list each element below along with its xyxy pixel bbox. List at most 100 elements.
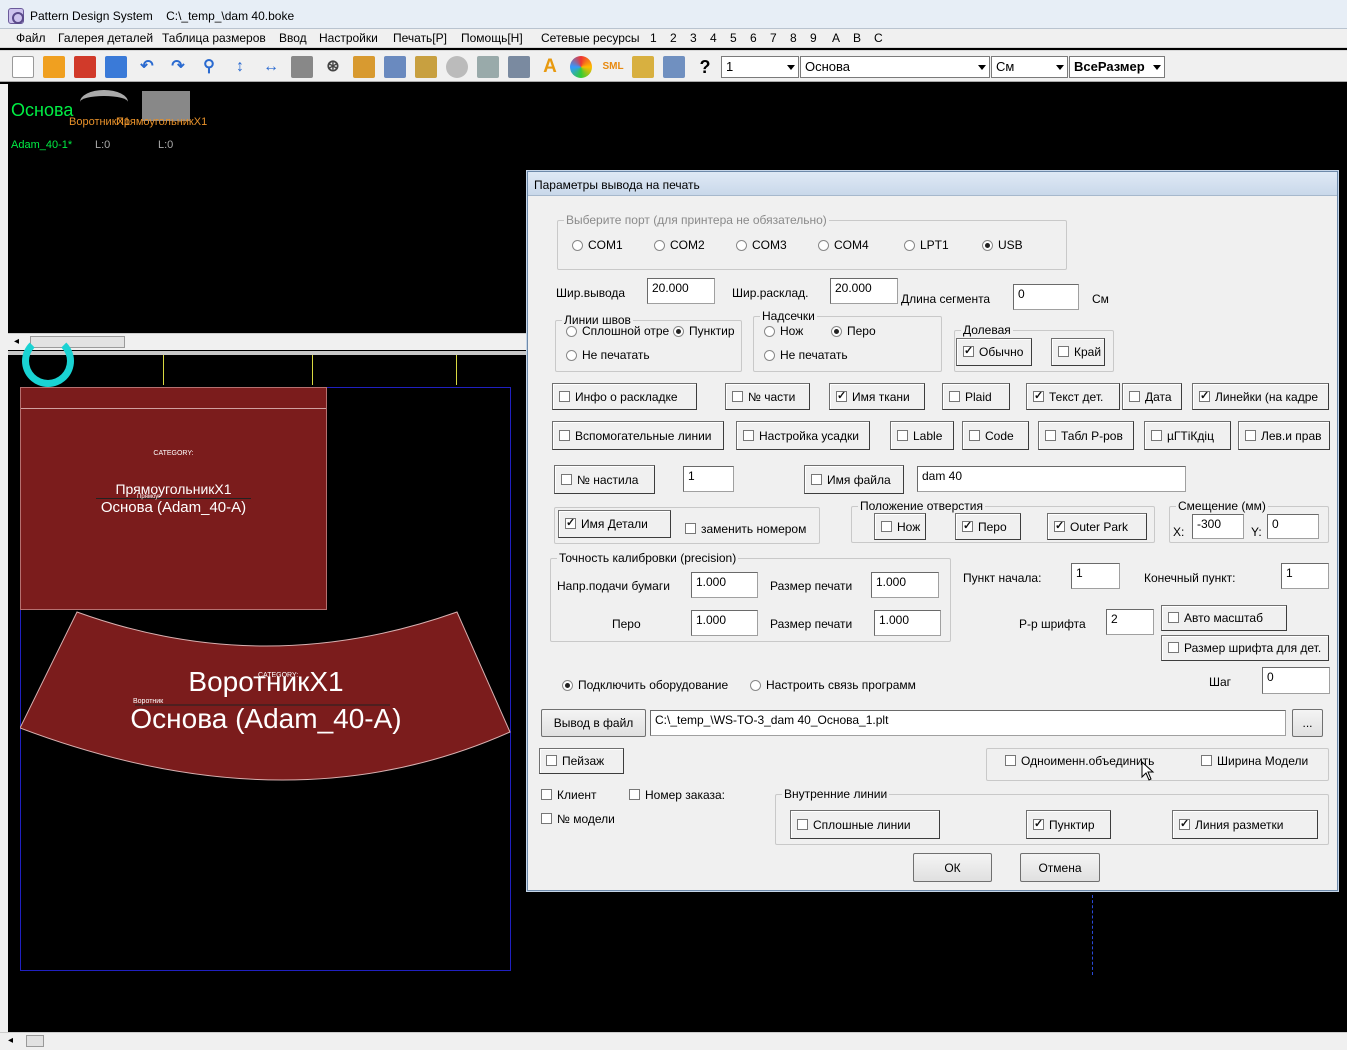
menu-gallery[interactable]: Галерея деталей — [58, 31, 153, 45]
spread-no-box[interactable]: № настила — [554, 465, 655, 494]
print-size-input[interactable]: 1.000 — [871, 572, 939, 598]
paper-feed-input[interactable]: 1.000 — [691, 572, 758, 598]
port-lpt1-radio[interactable]: LPT1 — [904, 237, 949, 253]
layout-info-checkbox[interactable]: Инфо о раскладке — [559, 389, 678, 405]
add-piece-icon[interactable] — [105, 56, 127, 78]
grain-normal-checkbox[interactable]: Обычно — [963, 343, 1023, 360]
font-size-input[interactable]: 2 — [1106, 609, 1154, 635]
config-programs-radio[interactable]: Настроить связь программ — [750, 677, 916, 693]
redo-icon[interactable]: ↷ — [167, 56, 189, 78]
menu-c[interactable]: C — [874, 31, 883, 45]
menu-4[interactable]: 4 — [710, 31, 717, 45]
import-icon[interactable] — [384, 56, 406, 78]
client-checkbox[interactable]: Клиент — [541, 787, 597, 803]
model-no-checkbox[interactable]: № модели — [541, 811, 615, 827]
menu-print[interactable]: Печать[P] — [393, 31, 447, 45]
cd-icon[interactable] — [446, 56, 468, 78]
font-piece-checkbox[interactable]: Размер шрифта для дет. — [1168, 640, 1321, 656]
size-combo[interactable]: 1 — [721, 56, 799, 78]
notch-none-radio[interactable]: Не печатать — [764, 347, 848, 363]
bottom-horizontal-scrollbar[interactable]: ◂ — [0, 1032, 1347, 1050]
menu-file[interactable]: Файл — [16, 31, 46, 45]
menu-8[interactable]: 8 — [790, 31, 797, 45]
top-horizontal-scrollbar[interactable]: ◂ — [8, 333, 527, 350]
notch-knife-radio[interactable]: Нож — [764, 323, 803, 339]
piece-name-checkbox[interactable]: Имя Детали — [565, 515, 648, 532]
layout-icon[interactable] — [353, 56, 375, 78]
segment-length-input[interactable]: 0 — [1013, 284, 1079, 310]
target-icon[interactable]: ⊛ — [322, 56, 344, 78]
rectangle-piece[interactable]: CATEGORY: ПрямоугольникX1 Основа (Adam_4… — [20, 387, 327, 610]
stack-icon[interactable] — [632, 56, 654, 78]
hole-pen-box[interactable]: Перо — [955, 513, 1021, 540]
inner-dotted-checkbox[interactable]: Пунктир — [1033, 816, 1095, 833]
menu-a[interactable]: A — [832, 31, 840, 45]
end-point-input[interactable]: 1 — [1281, 563, 1329, 589]
part-no-box[interactable]: № части — [725, 383, 810, 410]
grain-normal-box[interactable]: Обычно — [956, 338, 1032, 366]
menu-5[interactable]: 5 — [730, 31, 737, 45]
new-file-icon[interactable] — [12, 56, 34, 78]
offset-x-input[interactable]: -300 — [1192, 514, 1244, 539]
help-icon[interactable]: ? — [694, 56, 716, 78]
garbled-checkbox[interactable]: µГТiКдiц — [1151, 428, 1214, 444]
cancel-button[interactable]: Отмена — [1020, 853, 1100, 882]
all-sizes-combo[interactable]: ВсеРазмер — [1069, 56, 1165, 78]
marking-line-checkbox[interactable]: Линия разметки — [1179, 816, 1283, 833]
part-no-checkbox[interactable]: № части — [732, 389, 795, 405]
grain-edge-checkbox[interactable]: Край — [1058, 344, 1101, 360]
scroll-left-arrow-icon[interactable]: ◂ — [8, 1035, 13, 1046]
port-com4-radio[interactable]: COM4 — [818, 237, 869, 253]
hole-knife-box[interactable]: Нож — [874, 513, 926, 540]
menu-network[interactable]: Сетевые ресурсы — [541, 31, 640, 45]
aux-lines-checkbox[interactable]: Вспомогательные линии — [559, 428, 712, 444]
left-right-checkbox[interactable]: Лев.и прав — [1245, 428, 1322, 444]
open-folder-icon[interactable] — [43, 56, 65, 78]
connect-equipment-radio[interactable]: Подключить оборудование — [562, 677, 728, 693]
figure-icon[interactable] — [663, 56, 685, 78]
replace-number-checkbox[interactable]: заменить номером — [685, 521, 806, 537]
horizontal-arrow-icon[interactable]: ↔ — [260, 56, 282, 78]
rulers-checkbox[interactable]: Линейки (на кадре — [1199, 388, 1318, 405]
size-table-box[interactable]: Табл Р-ров — [1038, 421, 1134, 450]
hole-outer-box[interactable]: Outer Park — [1047, 513, 1147, 540]
label-checkbox[interactable]: Lable — [897, 428, 942, 444]
menu-1[interactable]: 1 — [650, 31, 657, 45]
port-com2-radio[interactable]: COM2 — [654, 237, 705, 253]
menu-2[interactable]: 2 — [670, 31, 677, 45]
output-file-input[interactable]: C:\_temp_\WS-TO-3_dam 40_Основа_1.plt — [650, 710, 1286, 736]
browse-button[interactable]: ... — [1292, 709, 1323, 737]
menu-settings[interactable]: Настройки — [319, 31, 378, 45]
spread-no-checkbox[interactable]: № настила — [561, 472, 638, 488]
date-box[interactable]: Дата — [1122, 383, 1182, 410]
fabric-name-box[interactable]: Имя ткани — [829, 383, 925, 410]
plaid-box[interactable]: Plaid — [942, 383, 1010, 410]
menu-7[interactable]: 7 — [770, 31, 777, 45]
plaid-checkbox[interactable]: Plaid — [949, 389, 992, 405]
port-com3-radio[interactable]: COM3 — [736, 237, 787, 253]
unit-combo[interactable]: См — [991, 56, 1068, 78]
eraser-icon[interactable] — [291, 56, 313, 78]
tools-icon[interactable] — [508, 56, 530, 78]
filename-box[interactable]: Имя файла — [804, 465, 904, 494]
auto-scale-checkbox[interactable]: Авто масштаб — [1168, 610, 1263, 626]
undo-icon[interactable]: ↶ — [136, 56, 158, 78]
scroll-thumb[interactable] — [26, 1035, 44, 1047]
print-size2-input[interactable]: 1.000 — [874, 610, 941, 636]
image-icon[interactable] — [415, 56, 437, 78]
menu-size-table[interactable]: Таблица размеров — [162, 31, 266, 45]
base-combo[interactable]: Основа — [800, 56, 990, 78]
piece-text-checkbox[interactable]: Текст дет. — [1033, 388, 1103, 405]
label-box[interactable]: Lable — [890, 421, 954, 450]
menu-input[interactable]: Ввод — [279, 31, 307, 45]
start-point-input[interactable]: 1 — [1071, 563, 1120, 589]
menu-9[interactable]: 9 — [810, 31, 817, 45]
seam-dotted-radio[interactable]: Пунктир — [673, 323, 735, 339]
auto-scale-box[interactable]: Авто масштаб — [1161, 605, 1287, 631]
code-checkbox[interactable]: Code — [969, 428, 1014, 444]
model-width-checkbox[interactable]: Ширина Модели — [1201, 753, 1308, 769]
seam-solid-radio[interactable]: Сплошной отре — [566, 323, 676, 339]
filename-checkbox[interactable]: Имя файла — [811, 472, 891, 488]
shrink-box[interactable]: Настройка усадки — [736, 421, 870, 450]
hole-outer-checkbox[interactable]: Outer Park — [1054, 518, 1128, 535]
